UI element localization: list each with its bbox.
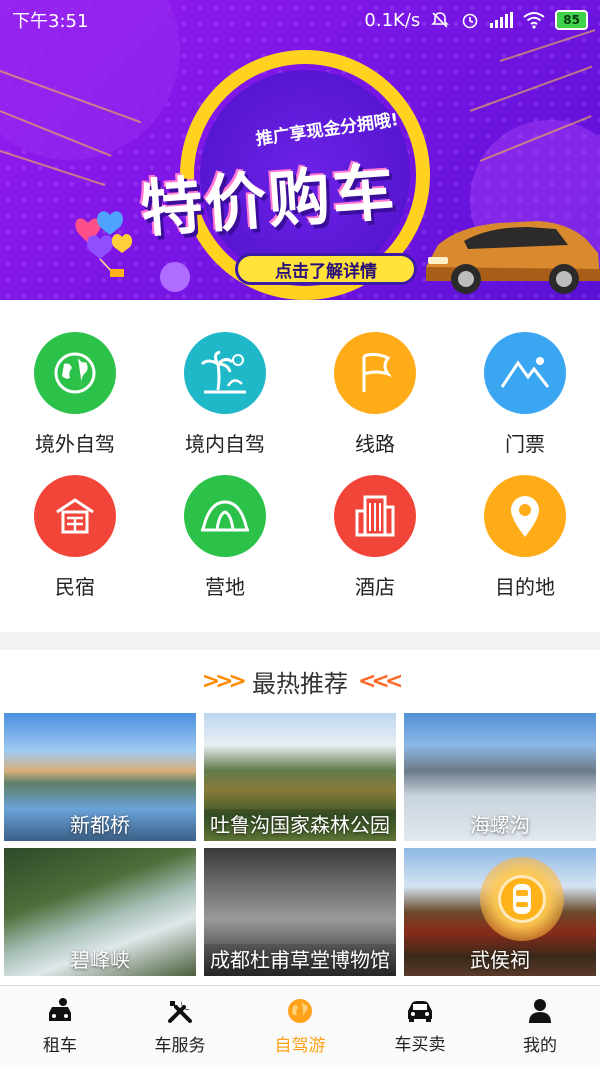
category-label: 目的地 xyxy=(495,575,555,599)
category-label: 酒店 xyxy=(355,575,395,599)
category-label: 民宿 xyxy=(55,575,95,599)
category-routes[interactable]: 线路 xyxy=(300,332,450,457)
hot-section-header: >>> 最热推荐 <<< xyxy=(0,650,600,712)
hot-item-xinduqiao[interactable]: 新都桥 xyxy=(4,713,196,841)
hot-item-caption: 海螺沟 xyxy=(470,813,530,837)
category-grid: 境外自驾 境内自驾 线路 门票 民宿 营地 酒店 目的地 xyxy=(0,300,600,630)
nav-label: 租车 xyxy=(43,1036,77,1056)
nav-item-self-drive[interactable]: 自驾游 xyxy=(240,986,360,1067)
category-label: 门票 xyxy=(505,432,545,456)
category-label: 线路 xyxy=(355,432,395,456)
category-hotel[interactable]: 酒店 xyxy=(300,475,450,600)
user-icon xyxy=(529,999,551,1023)
category-homestay[interactable]: 民宿 xyxy=(0,475,150,600)
hot-item-du-fu-cottage[interactable]: 成都杜甫草堂博物馆 xyxy=(204,848,396,976)
chevron-right-icon: >>> xyxy=(201,668,247,694)
house-icon xyxy=(34,475,116,557)
category-campsite[interactable]: 营地 xyxy=(150,475,300,600)
hot-item-caption: 碧峰峡 xyxy=(70,948,130,972)
tent-icon xyxy=(184,475,266,557)
hot-item-caption: 吐鲁沟国家森林公园 xyxy=(204,809,396,841)
banner-headline: 特价购车 xyxy=(138,155,399,246)
category-destination[interactable]: 目的地 xyxy=(450,475,600,600)
car-person-icon xyxy=(49,998,71,1021)
balloons-illustration xyxy=(75,211,133,277)
nav-label: 我的 xyxy=(523,1036,557,1056)
car-icon xyxy=(408,1001,432,1022)
hot-item-hailuogou[interactable]: 海螺沟 xyxy=(404,713,596,841)
nav-item-rent-car[interactable]: 租车 xyxy=(0,986,120,1067)
network-speed: 0.1K/s xyxy=(364,9,421,31)
hot-item-caption: 武侯祠 xyxy=(470,948,530,972)
car-top-icon xyxy=(498,875,546,923)
hot-item-bifengxia[interactable]: 碧峰峡 xyxy=(4,848,196,976)
floating-car-button[interactable] xyxy=(480,857,564,941)
globe-icon xyxy=(288,999,312,1023)
status-time: 下午3:51 xyxy=(12,11,89,32)
category-domestic-drive[interactable]: 境内自驾 xyxy=(150,332,300,457)
flag-icon xyxy=(334,332,416,414)
nav-item-mine[interactable]: 我的 xyxy=(480,986,600,1067)
signal-icon xyxy=(490,12,514,28)
banner-cta-button[interactable]: 点击了解详情 xyxy=(235,253,417,285)
app-screen: 推广享现金分拥哦! 特价购车 点击了解详情 下午3:51 0.1K/s 85 境… xyxy=(0,0,600,1067)
section-divider xyxy=(0,632,600,650)
category-overseas-drive[interactable]: 境外自驾 xyxy=(0,332,150,457)
battery-icon: 85 xyxy=(555,10,588,30)
status-right: 0.1K/s 85 xyxy=(364,10,588,31)
hot-section-title: 最热推荐 xyxy=(252,669,348,698)
mountain-icon xyxy=(484,332,566,414)
promo-banner[interactable]: 推广享现金分拥哦! 特价购车 点击了解详情 xyxy=(0,0,600,300)
chevron-left-icon: <<< xyxy=(358,668,403,694)
nav-item-car-trade[interactable]: 车买卖 xyxy=(360,986,480,1067)
bottom-nav: 租车 车服务 自驾游 车买卖 我的 xyxy=(0,985,600,1067)
banner-blob xyxy=(160,262,190,292)
globe-icon xyxy=(34,332,116,414)
nav-item-car-service[interactable]: 车服务 xyxy=(120,986,240,1067)
tools-icon xyxy=(168,1001,192,1023)
status-bar: 下午3:51 0.1K/s 85 xyxy=(0,0,600,40)
category-label: 营地 xyxy=(205,575,245,599)
nav-label: 车服务 xyxy=(154,1036,206,1056)
palm-tree-icon xyxy=(184,332,266,414)
location-pin-icon xyxy=(484,475,566,557)
wifi-icon xyxy=(523,12,545,29)
nav-label: 自驾游 xyxy=(274,1036,326,1056)
category-label: 境外自驾 xyxy=(35,432,115,456)
category-label: 境内自驾 xyxy=(185,432,265,456)
car-illustration xyxy=(426,221,600,294)
hot-item-caption: 成都杜甫草堂博物馆 xyxy=(204,944,396,976)
building-icon xyxy=(334,475,416,557)
hot-item-caption: 新都桥 xyxy=(70,813,130,837)
category-tickets[interactable]: 门票 xyxy=(450,332,600,457)
nav-label: 车买卖 xyxy=(394,1035,446,1055)
alarm-icon xyxy=(462,13,478,29)
hot-item-tulugou[interactable]: 吐鲁沟国家森林公园 xyxy=(204,713,396,841)
alarm-off-icon xyxy=(431,12,450,28)
